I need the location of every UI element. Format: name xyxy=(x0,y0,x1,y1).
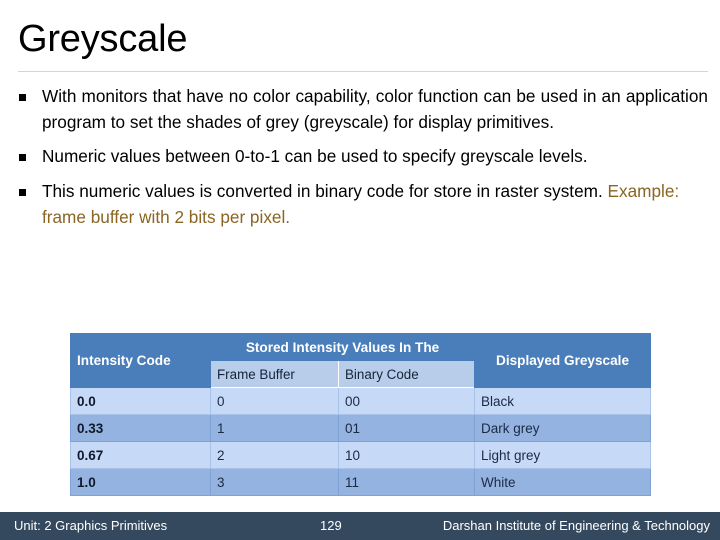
cell-greyscale: Light grey xyxy=(474,441,652,469)
bullet-text-2: Numeric values between 0-to-1 can be use… xyxy=(42,146,588,166)
cell-binary-code: 01 xyxy=(337,414,476,442)
bullet-text-1: With monitors that have no color capabil… xyxy=(42,86,708,132)
cell-greyscale: White xyxy=(474,468,652,496)
bullet-text-3-plain: This numeric values is converted in bina… xyxy=(42,181,608,201)
bullet-item-3: This numeric values is converted in bina… xyxy=(14,179,708,230)
greyscale-table: Intensity Code Stored Intensity Values I… xyxy=(70,333,652,496)
bullet-item-2: Numeric values between 0-to-1 can be use… xyxy=(14,144,708,170)
cell-binary-code: 00 xyxy=(337,387,476,415)
table-header-row-main: Intensity Code Stored Intensity Values I… xyxy=(70,333,652,388)
footer-organization-label: Darshan Institute of Engineering & Techn… xyxy=(442,518,710,533)
cell-intensity-code: 0.67 xyxy=(70,441,211,469)
table-header-displayed-greyscale: Displayed Greyscale xyxy=(474,333,652,388)
footer-unit-label: Unit: 2 Graphics Primitives xyxy=(14,518,168,533)
footer-page-number: 129 xyxy=(320,518,342,533)
square-bullet-icon xyxy=(14,84,42,110)
square-bullet-icon xyxy=(14,179,42,205)
table-row: 0.0 0 00 Black xyxy=(70,387,652,415)
title-divider xyxy=(18,71,708,72)
table-header-stored-intensity: Stored Intensity Values In The xyxy=(209,333,476,361)
cell-greyscale: Dark grey xyxy=(474,414,652,442)
bullet-item-1: With monitors that have no color capabil… xyxy=(14,84,708,135)
cell-intensity-code: 1.0 xyxy=(70,468,211,496)
cell-greyscale: Black xyxy=(474,387,652,415)
page-title: Greyscale xyxy=(18,18,188,60)
table-row: 0.67 2 10 Light grey xyxy=(70,441,652,469)
cell-frame-buffer: 3 xyxy=(210,468,339,496)
cell-binary-code: 11 xyxy=(337,468,476,496)
table-header-intensity-code: Intensity Code xyxy=(70,333,211,388)
slide-body: With monitors that have no color capabil… xyxy=(14,84,708,239)
cell-binary-code: 10 xyxy=(337,441,476,469)
table-row: 0.33 1 01 Dark grey xyxy=(70,414,652,442)
table-header-binary-code: Binary Code xyxy=(337,360,476,388)
cell-frame-buffer: 0 xyxy=(210,387,339,415)
cell-intensity-code: 0.0 xyxy=(70,387,211,415)
square-bullet-icon xyxy=(14,144,42,170)
slide-footer: Unit: 2 Graphics Primitives 129 Darshan … xyxy=(0,512,720,540)
cell-frame-buffer: 2 xyxy=(210,441,339,469)
bullet-text-3: This numeric values is converted in bina… xyxy=(42,179,708,230)
table-row: 1.0 3 11 White xyxy=(70,468,652,496)
cell-intensity-code: 0.33 xyxy=(70,414,211,442)
table-header-frame-buffer: Frame Buffer xyxy=(210,360,339,388)
cell-frame-buffer: 1 xyxy=(210,414,339,442)
